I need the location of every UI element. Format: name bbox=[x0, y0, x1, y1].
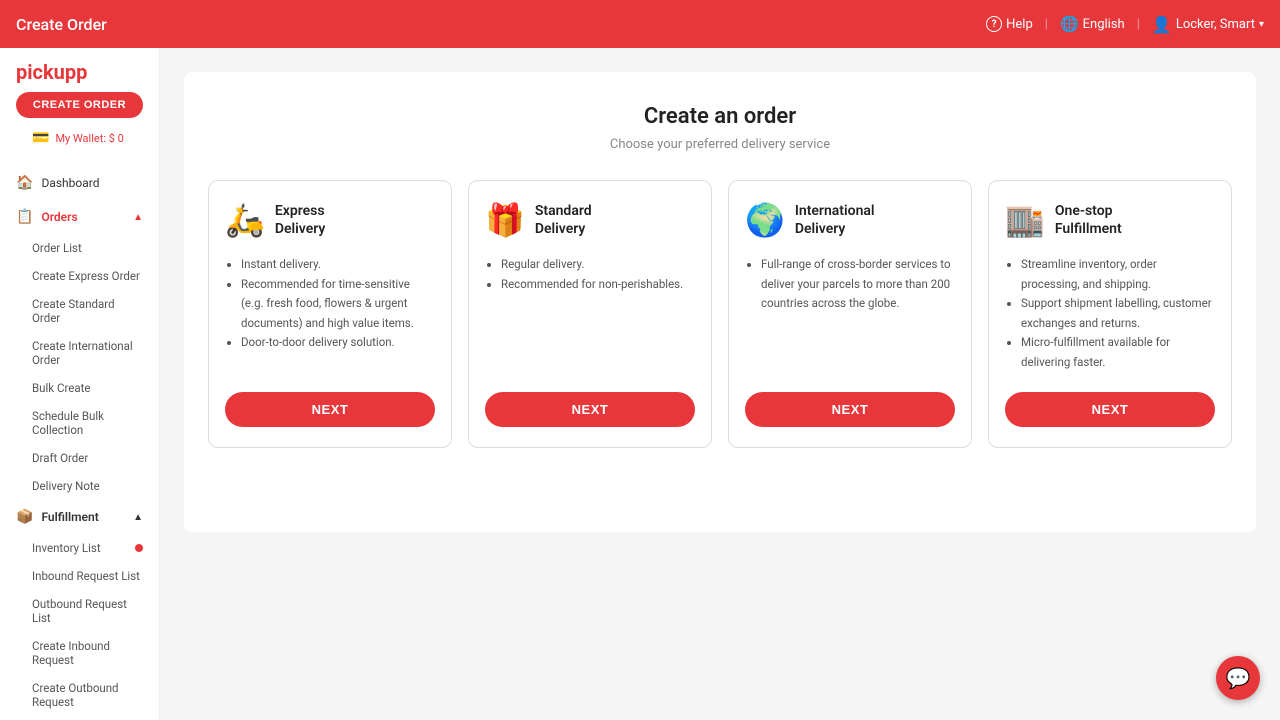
create-order-button[interactable]: CREATE ORDER bbox=[16, 92, 143, 118]
sidebar-item-create-outbound-request[interactable]: Create Outbound Request bbox=[0, 674, 159, 716]
standard-delivery-card[interactable]: 🎁 StandardDelivery Regular delivery. Rec… bbox=[468, 180, 712, 448]
orders-label: Orders bbox=[41, 210, 77, 224]
onestop-card-header: 🏬 One-stopFulfillment bbox=[1005, 201, 1215, 239]
onestop-next-button[interactable]: NEXT bbox=[1005, 392, 1215, 427]
help-circle-icon: ? bbox=[986, 16, 1002, 32]
express-next-button[interactable]: NEXT bbox=[225, 392, 435, 427]
international-card-features: Full-range of cross-border services to d… bbox=[745, 255, 955, 372]
sidebar: pickupp CREATE ORDER 💳 My Wallet: $ 0 🏠 … bbox=[0, 48, 160, 720]
help-icon: ? Help bbox=[986, 16, 1033, 32]
logo: pickupp bbox=[16, 60, 143, 84]
header-right: ? Help | 🌐 English | 👤 Locker, Smart ▾ bbox=[986, 15, 1264, 34]
language-icon: 🌐 English bbox=[1060, 15, 1125, 33]
sidebar-item-outbound-request-list[interactable]: Outbound Request List bbox=[0, 590, 159, 632]
home-icon: 🏠 bbox=[16, 175, 33, 191]
standard-card-header: 🎁 StandardDelivery bbox=[485, 201, 695, 239]
standard-card-icon: 🎁 bbox=[485, 201, 525, 239]
sidebar-item-order-list[interactable]: Order List bbox=[0, 234, 159, 262]
sidebar-item-create-standard-order[interactable]: Create Standard Order bbox=[0, 290, 159, 332]
fulfillment-chevron-icon: ▲ bbox=[133, 512, 143, 523]
international-card-title: InternationalDelivery bbox=[795, 202, 875, 238]
international-next-button[interactable]: NEXT bbox=[745, 392, 955, 427]
help-label[interactable]: Help bbox=[1006, 17, 1033, 32]
wallet-label: My Wallet: $ 0 bbox=[55, 132, 123, 145]
sidebar-item-delivery-note[interactable]: Delivery Note bbox=[0, 472, 159, 500]
sidebar-item-bulk-create[interactable]: Bulk Create bbox=[0, 374, 159, 402]
sidebar-item-create-international-order[interactable]: Create International Order bbox=[0, 332, 159, 374]
delivery-cards-grid: 🛵 ExpressDelivery Instant delivery. Reco… bbox=[208, 180, 1232, 448]
standard-card-title: StandardDelivery bbox=[535, 202, 592, 238]
language-label[interactable]: English bbox=[1083, 17, 1125, 32]
orders-icon: 📋 bbox=[16, 209, 33, 225]
user-label: Locker, Smart bbox=[1176, 17, 1255, 32]
sidebar-item-dashboard[interactable]: 🏠 Dashboard bbox=[0, 166, 159, 200]
express-card-features: Instant delivery. Recommended for time-s… bbox=[225, 255, 435, 372]
onestop-card-title: One-stopFulfillment bbox=[1055, 202, 1122, 238]
page-subtitle: Choose your preferred delivery service bbox=[208, 137, 1232, 152]
dashboard-label: Dashboard bbox=[41, 176, 99, 190]
wallet-area[interactable]: 💳 My Wallet: $ 0 bbox=[16, 126, 143, 154]
page-title: Create an order bbox=[208, 104, 1232, 129]
sidebar-item-schedule-bulk-collection[interactable]: Schedule Bulk Collection bbox=[0, 402, 159, 444]
sidebar-item-draft-order[interactable]: Draft Order bbox=[0, 444, 159, 472]
international-delivery-card[interactable]: 🌍 InternationalDelivery Full-range of cr… bbox=[728, 180, 972, 448]
standard-card-features: Regular delivery. Recommended for non-pe… bbox=[485, 255, 695, 372]
fulfillment-label: Fulfillment bbox=[41, 510, 98, 524]
international-card-icon: 🌍 bbox=[745, 201, 785, 239]
express-card-title: ExpressDelivery bbox=[275, 202, 326, 238]
sidebar-item-create-inbound-request[interactable]: Create Inbound Request bbox=[0, 632, 159, 674]
sidebar-item-create-express-order[interactable]: Create Express Order bbox=[0, 262, 159, 290]
main-content: Create an order Choose your preferred de… bbox=[160, 48, 1280, 720]
header: Create Order ? Help | 🌐 English | 👤 Lock… bbox=[0, 0, 1280, 48]
header-left: Create Order bbox=[16, 15, 107, 34]
sidebar-item-inventory-list[interactable]: Inventory List bbox=[0, 534, 159, 562]
chat-button[interactable]: 💬 bbox=[1216, 656, 1260, 700]
express-delivery-card[interactable]: 🛵 ExpressDelivery Instant delivery. Reco… bbox=[208, 180, 452, 448]
onestop-fulfillment-card[interactable]: 🏬 One-stopFulfillment Streamline invento… bbox=[988, 180, 1232, 448]
international-card-header: 🌍 InternationalDelivery bbox=[745, 201, 955, 239]
user-menu[interactable]: 👤 Locker, Smart ▾ bbox=[1152, 15, 1264, 34]
onestop-card-icon: 🏬 bbox=[1005, 201, 1045, 239]
orders-chevron-icon: ▲ bbox=[133, 212, 143, 223]
chat-icon: 💬 bbox=[1226, 666, 1251, 690]
fulfillment-icon: 📦 bbox=[16, 509, 33, 525]
onestop-card-features: Streamline inventory, order processing, … bbox=[1005, 255, 1215, 372]
sidebar-fulfillment-section[interactable]: 📦 Fulfillment ▲ bbox=[0, 500, 159, 534]
express-card-header: 🛵 ExpressDelivery bbox=[225, 201, 435, 239]
standard-next-button[interactable]: NEXT bbox=[485, 392, 695, 427]
sidebar-item-inbound-request-list[interactable]: Inbound Request List bbox=[0, 562, 159, 590]
create-order-card: Create an order Choose your preferred de… bbox=[184, 72, 1256, 532]
express-card-icon: 🛵 bbox=[225, 201, 265, 239]
chevron-down-icon: ▾ bbox=[1259, 19, 1264, 30]
header-title: Create Order bbox=[16, 15, 107, 34]
sidebar-orders-section[interactable]: 📋 Orders ▲ bbox=[0, 200, 159, 234]
inventory-badge bbox=[135, 544, 143, 552]
wallet-icon: 💳 bbox=[32, 130, 49, 146]
